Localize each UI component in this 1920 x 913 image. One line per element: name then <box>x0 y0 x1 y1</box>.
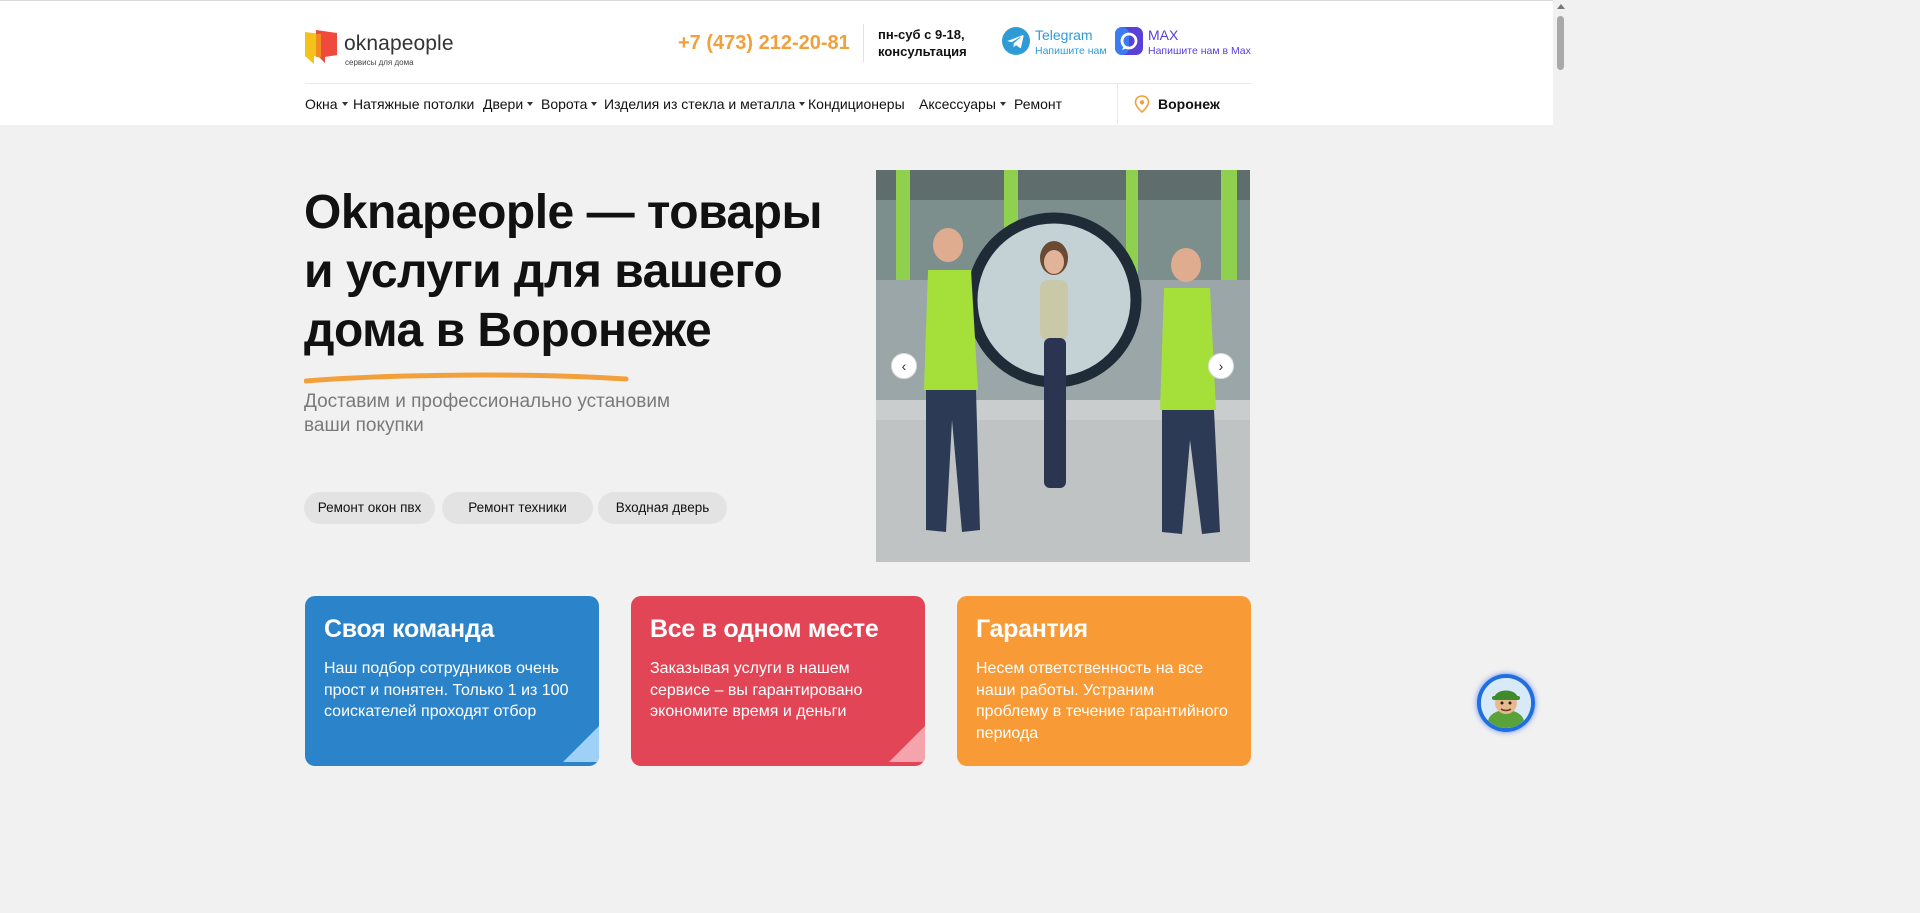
nav-item-doors[interactable]: Двери <box>483 96 534 112</box>
hero-title-line3: дома в Воронеже <box>304 304 712 357</box>
card-text: Несем ответственность на все наши работы… <box>976 660 1228 742</box>
chip-window-repair[interactable]: Ремонт окон пвх <box>304 492 435 524</box>
slider-photo <box>876 170 1250 562</box>
corner-fold-decoration <box>889 726 925 762</box>
nav-city-divider <box>1117 84 1118 124</box>
nav-item-label: Ворота <box>541 96 588 112</box>
logo-tagline: сервисы для дома <box>345 58 414 67</box>
caret-down-icon <box>341 102 348 107</box>
chat-widget-button[interactable] <box>1477 674 1535 732</box>
header-divider <box>863 24 864 62</box>
caret-down-icon <box>799 102 806 107</box>
max-icon <box>1115 27 1143 55</box>
hero-subtitle: Доставим и профессионально установим ваш… <box>304 390 724 438</box>
scrollbar-thumb[interactable] <box>1557 16 1564 70</box>
page-scrollbar[interactable] <box>1553 0 1568 746</box>
nav-item-label: Кондиционеры <box>808 96 905 112</box>
max-subtitle: Напишите нам в Max <box>1148 45 1251 57</box>
hero-title: Oknapeople — товары и услуги для вашего … <box>304 183 864 360</box>
telegram-icon <box>1002 27 1030 55</box>
nav-item-label: Ремонт <box>1014 96 1063 112</box>
caret-down-icon <box>591 102 598 107</box>
card-title: Все в одном месте <box>650 615 879 643</box>
nav-divider <box>305 83 1251 84</box>
nav-item-label: Натяжные потолки <box>353 96 475 112</box>
hero-title-line2: и услуги для вашего <box>304 245 783 298</box>
card-text: Наш подбор сотрудников очень прост и пон… <box>324 660 569 720</box>
nav-item-accessories[interactable]: Аксессуары <box>919 96 1006 112</box>
nav-item-repair[interactable]: Ремонт <box>1014 96 1062 112</box>
nav-item-label: Аксессуары <box>919 96 996 112</box>
chip-entrance-door[interactable]: Входная дверь <box>598 492 727 524</box>
feature-card-all-in-one: Все в одном месте Заказывая услуги в наш… <box>631 596 925 766</box>
corner-fold-decoration <box>563 726 599 762</box>
card-title: Своя команда <box>324 615 495 643</box>
caret-down-icon <box>999 102 1006 107</box>
hero-slider[interactable] <box>876 170 1250 562</box>
card-title: Гарантия <box>976 615 1088 643</box>
hero-subtitle-line1: Доставим и профессионально установим <box>304 391 671 412</box>
slider-prev-button[interactable]: ‹ <box>891 353 917 379</box>
logo[interactable]: oknapeople сервисы для дома <box>305 30 475 70</box>
telegram-subtitle: Напишите нам <box>1035 45 1107 57</box>
hero-title-line1: Oknapeople — товары <box>304 186 822 239</box>
work-hours: пн-суб с 9-18, консультация <box>878 26 967 60</box>
nav-item-label: Изделия из стекла и металла <box>604 96 796 112</box>
nav-item-label: Окна <box>305 96 338 112</box>
phone-link[interactable]: +7 (473) 212-20-81 <box>678 32 850 55</box>
work-hours-line1: пн-суб с 9-18, <box>878 27 965 42</box>
hero-subtitle-line2: ваши покупки <box>304 415 424 436</box>
scroll-up-icon[interactable] <box>1557 4 1565 9</box>
slider-next-button[interactable]: › <box>1208 353 1234 379</box>
nav-item-ceilings[interactable]: Натяжные потолки <box>353 96 474 112</box>
chat-assistant-icon <box>1481 678 1531 728</box>
chip-appliance-repair[interactable]: Ремонт техники <box>442 492 593 524</box>
max-title: MAX <box>1148 27 1179 43</box>
caret-down-icon <box>527 102 534 107</box>
feature-card-warranty: Гарантия Несем ответственность на все на… <box>957 596 1251 766</box>
nav-item-windows[interactable]: Окна <box>305 96 348 112</box>
card-text: Заказывая услуги в нашем сервисе – вы га… <box>650 660 863 720</box>
nav-item-label: Двери <box>483 96 524 112</box>
work-hours-line2: консультация <box>878 44 967 59</box>
nav-item-gates[interactable]: Ворота <box>541 96 598 112</box>
title-underline-decoration <box>304 372 629 384</box>
location-pin-icon <box>1134 95 1150 113</box>
telegram-title: Telegram <box>1035 27 1093 43</box>
logo-name: oknapeople <box>344 32 454 55</box>
nav-item-glass-metal[interactable]: Изделия из стекла и металла <box>604 96 806 112</box>
logo-mark-icon <box>305 30 337 64</box>
city-name: Воронеж <box>1158 96 1220 112</box>
nav-item-air-conditioners[interactable]: Кондиционеры <box>808 96 905 112</box>
feature-card-team: Своя команда Наш подбор сотрудников очен… <box>305 596 599 766</box>
